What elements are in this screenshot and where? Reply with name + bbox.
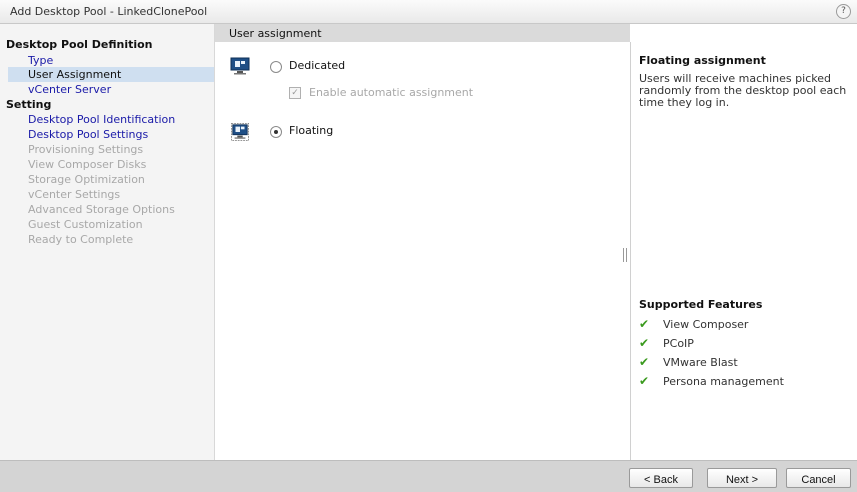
dedicated-desktop-icon [230,57,250,75]
sidebar-item-user-assignment[interactable]: User Assignment [8,67,214,82]
cancel-button[interactable]: Cancel [786,468,851,488]
sidebar-item-storage-optimization: Storage Optimization [28,173,145,186]
feature-label: View Composer [663,318,749,331]
floating-desktop-icon [231,123,249,141]
floating-label: Floating [289,124,334,137]
checkmark-icon: ✔ [639,317,650,331]
feature-label: VMware Blast [663,356,738,369]
sidebar-item-provisioning-settings: Provisioning Settings [28,143,144,156]
supported-features-title: Supported Features [639,298,763,311]
sidebar-item-vcenter-settings: vCenter Settings [28,188,121,201]
feature-label: Persona management [663,375,784,388]
info-text: Users will receive machines picked rando… [639,72,847,109]
info-panel: Floating assignment Users will receive m… [630,42,857,460]
sidebar-item-desktop-pool-identification[interactable]: Desktop Pool Identification [8,112,212,127]
section-header: User assignment [215,24,630,42]
sidebar-item-desktop-pool-settings[interactable]: Desktop Pool Settings [8,127,212,142]
help-icon[interactable]: ? [836,4,851,19]
sidebar-item-type[interactable]: Type [8,53,212,68]
next-button[interactable]: Next > [707,468,777,488]
dedicated-label: Dedicated [289,59,346,72]
sidebar-section-desktop-pool-definition: Desktop Pool Definition [6,38,153,51]
sidebar-section-setting: Setting [6,98,52,111]
feature-label: PCoIP [663,337,694,350]
checkmark-icon: ✔ [639,374,650,388]
sidebar-item-ready-to-complete: Ready to Complete [28,233,134,246]
info-title: Floating assignment [639,54,766,67]
floating-radio[interactable] [270,126,282,138]
panel-splitter[interactable] [623,248,627,262]
enable-auto-assign-checkbox: ✓ [289,87,301,99]
window-title: Add Desktop Pool - LinkedClonePool [10,5,208,18]
sidebar-item-vcenter-server[interactable]: vCenter Server [8,82,212,97]
dedicated-radio[interactable] [270,61,282,73]
back-button[interactable]: < Back [629,468,693,488]
sidebar-item-guest-customization: Guest Customization [28,218,143,231]
checkmark-icon: ✔ [639,336,650,350]
checkmark-icon: ✔ [639,355,650,369]
section-header-label: User assignment [229,27,322,40]
enable-auto-assign-label: Enable automatic assignment [309,86,474,99]
title-bar: Add Desktop Pool - LinkedClonePool ? [0,0,857,24]
sidebar-item-advanced-storage-options: Advanced Storage Options [28,203,175,216]
sidebar-item-view-composer-disks: View Composer Disks [28,158,147,171]
